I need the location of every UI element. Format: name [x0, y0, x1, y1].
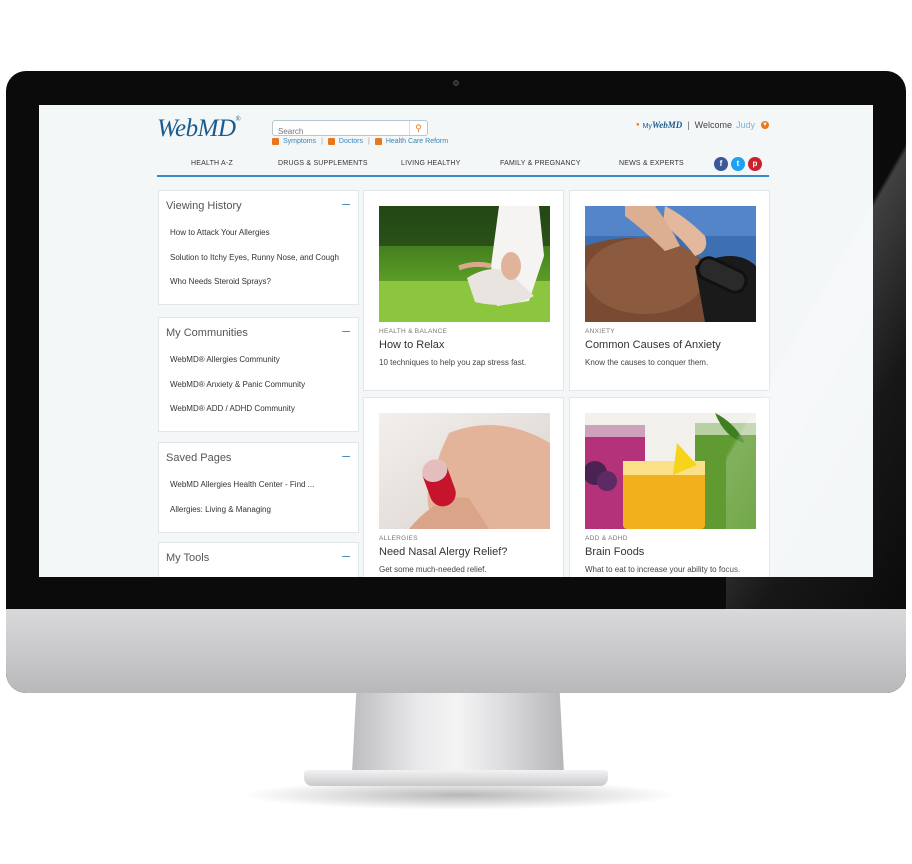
- saved-page-link[interactable]: WebMD Allergies Health Center - Find ...: [170, 480, 314, 489]
- article-card[interactable]: HEALTH & BALANCE How to Relax 10 techniq…: [363, 190, 564, 391]
- article-description: Get some much-needed relief.: [379, 565, 487, 574]
- health-care-reform-link[interactable]: Health Care Reform: [386, 138, 448, 145]
- article-category: ANXIETY: [585, 328, 615, 335]
- webcam-icon: [453, 80, 459, 86]
- search-input[interactable]: [273, 124, 407, 139]
- saved-pages-panel: Saved Pages – WebMD Allergies Health Cen…: [158, 442, 359, 533]
- pinterest-icon[interactable]: p: [748, 157, 762, 171]
- community-link[interactable]: WebMD® Anxiety & Panic Community: [170, 380, 305, 389]
- symptoms-icon: [272, 138, 279, 145]
- tools-panel: My Tools –: [158, 542, 359, 577]
- main-nav: HEALTH A-Z DRUGS & SUPPLEMENTS LIVING HE…: [157, 157, 769, 177]
- nav-family-pregnancy[interactable]: FAMILY & PREGNANCY: [500, 160, 581, 167]
- twitter-icon[interactable]: t: [731, 157, 745, 171]
- collapse-icon[interactable]: –: [342, 196, 350, 210]
- lock-icon: ●: [635, 122, 640, 128]
- communities-panel: My Communities – WebMD® Allergies Commun…: [158, 317, 359, 432]
- history-link[interactable]: How to Attack Your Allergies: [170, 228, 270, 237]
- my-webmd-link[interactable]: MyWebMD: [643, 120, 683, 130]
- article-description: Know the causes to conquer them.: [585, 358, 709, 367]
- yoga-meditation-image[interactable]: [379, 206, 550, 322]
- panel-title: My Communities: [166, 327, 248, 339]
- saved-page-link[interactable]: Allergies: Living & Managing: [170, 505, 271, 514]
- article-category: HEALTH & BALANCE: [379, 328, 448, 335]
- welcome-text: Welcome: [694, 120, 732, 130]
- article-description: 10 techniques to help you zap stress fas…: [379, 358, 527, 367]
- pill-image[interactable]: [379, 413, 550, 529]
- monitor-chin: [6, 609, 906, 693]
- history-link[interactable]: Solution to Itchy Eyes, Runny Nose, and …: [170, 253, 339, 262]
- nav-news-experts[interactable]: NEWS & EXPERTS: [619, 160, 684, 167]
- panel-title: My Tools: [166, 552, 210, 564]
- article-card[interactable]: ANXIETY Common Causes of Anxiety Know th…: [569, 190, 770, 391]
- article-description: What to eat to increase your ability to …: [585, 565, 741, 574]
- collapse-icon[interactable]: –: [342, 448, 350, 462]
- article-category: ALLERGIES: [379, 535, 418, 542]
- account-area: ● MyWebMD | Welcome Judy ▼: [636, 120, 769, 130]
- article-title[interactable]: Need Nasal Alergy Relief?: [379, 546, 507, 558]
- social-links: f t p: [714, 157, 762, 171]
- doctors-link[interactable]: Doctors: [339, 138, 363, 145]
- doctors-icon: [327, 138, 335, 145]
- panel-title: Viewing History: [166, 200, 242, 212]
- article-card[interactable]: ALLERGIES Need Nasal Alergy Relief? Get …: [363, 397, 564, 577]
- monitor-stand-base: [304, 770, 608, 786]
- article-title[interactable]: Brain Foods: [585, 546, 644, 558]
- quick-links: Symptoms | Doctors | Health Care Reform: [272, 138, 448, 145]
- separator: |: [687, 120, 690, 130]
- nav-health-a-z[interactable]: HEALTH A-Z: [191, 160, 233, 167]
- nav-living-healthy[interactable]: LIVING HEALTHY: [401, 160, 460, 167]
- article-title[interactable]: Common Causes of Anxiety: [585, 339, 721, 351]
- username-link[interactable]: Judy: [736, 120, 755, 130]
- separator: |: [321, 138, 323, 145]
- facebook-icon[interactable]: f: [714, 157, 728, 171]
- symptoms-link[interactable]: Symptoms: [283, 138, 316, 145]
- article-title[interactable]: How to Relax: [379, 339, 444, 351]
- search-box: ⚲: [272, 120, 428, 139]
- webmd-logo[interactable]: WebMD®: [157, 115, 241, 143]
- community-link[interactable]: WebMD® ADD / ADHD Community: [170, 404, 295, 413]
- head-massage-image[interactable]: [585, 206, 756, 322]
- history-link[interactable]: Who Needs Steroid Sprays?: [170, 277, 271, 286]
- browser-screen: WebMD® ⚲ Symptoms | Doctors | Health Car…: [39, 105, 873, 577]
- smoothies-image[interactable]: [585, 413, 756, 529]
- search-icon[interactable]: ⚲: [409, 121, 427, 135]
- panel-title: Saved Pages: [166, 452, 232, 464]
- community-link[interactable]: WebMD® Allergies Community: [170, 355, 280, 364]
- separator: |: [368, 138, 370, 145]
- viewing-history-panel: Viewing History – How to Attack Your All…: [158, 190, 359, 305]
- article-card[interactable]: ADD & ADHD Brain Foods What to eat to in…: [569, 397, 770, 577]
- imac-monitor: WebMD® ⚲ Symptoms | Doctors | Health Car…: [6, 71, 906, 693]
- nav-drugs-supplements[interactable]: DRUGS & SUPPLEMENTS: [278, 160, 368, 167]
- collapse-icon[interactable]: –: [342, 323, 350, 337]
- article-category: ADD & ADHD: [585, 535, 628, 542]
- health-care-reform-icon: [374, 138, 382, 145]
- chevron-down-icon[interactable]: ▼: [761, 121, 769, 129]
- monitor-stand: [352, 693, 564, 773]
- collapse-icon[interactable]: –: [342, 548, 350, 562]
